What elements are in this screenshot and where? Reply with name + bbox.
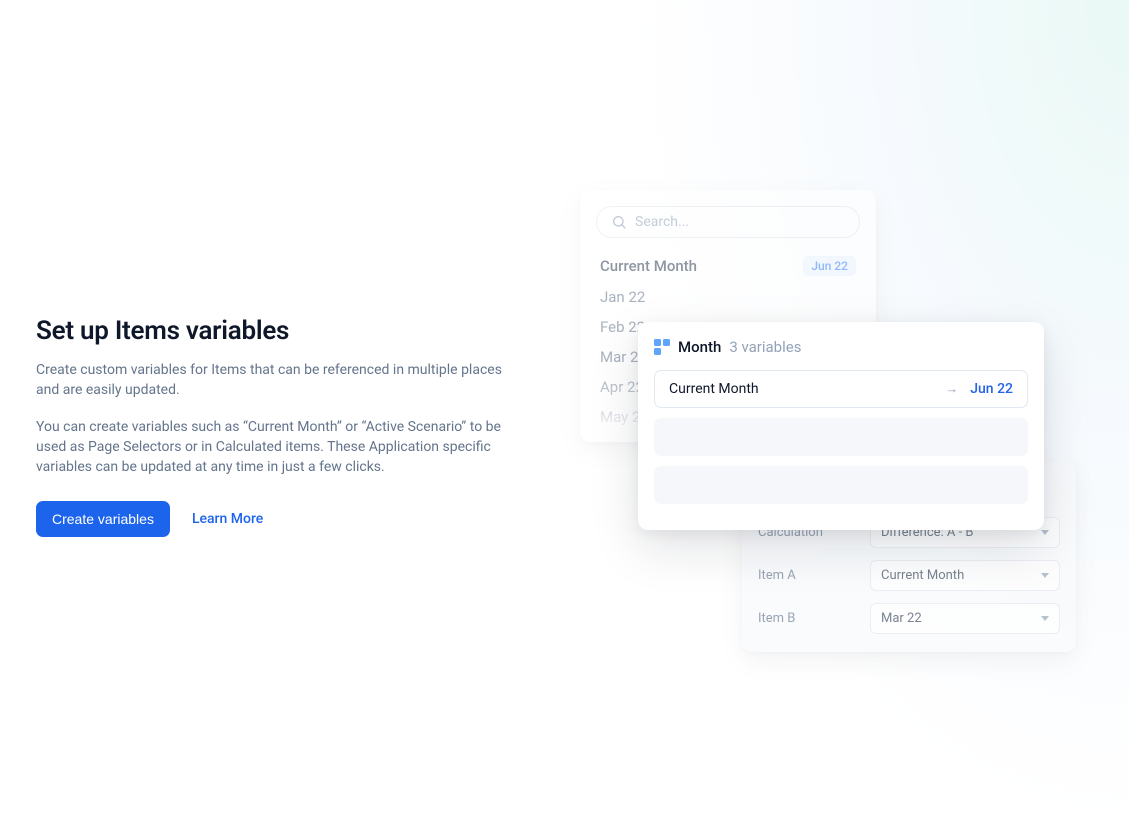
calc-row-item-a: Item A Current Month — [758, 560, 1060, 591]
search-placeholder: Search... — [635, 214, 689, 230]
variable-name: Current Month — [669, 381, 759, 397]
chevron-down-icon — [1041, 616, 1049, 621]
page-title: Set up Items variables — [36, 316, 526, 346]
list-item[interactable]: Jan 22 — [580, 282, 876, 312]
variable-value: Jun 22 — [970, 381, 1013, 397]
calc-row-item-b: Item B Mar 22 — [758, 603, 1060, 634]
chevron-down-icon — [1041, 530, 1049, 535]
list-item[interactable]: Current Month Jun 22 — [580, 250, 876, 282]
month-label: Jan 22 — [600, 288, 645, 306]
variable-row[interactable]: Current Month → Jun 22 — [654, 370, 1028, 408]
variable-row-empty — [654, 418, 1028, 456]
chevron-down-icon — [1041, 573, 1049, 578]
item-a-select[interactable]: Current Month — [870, 560, 1060, 591]
hero-actions: Create variables Learn More — [36, 501, 526, 537]
arrow-right-icon: → — [945, 381, 958, 397]
select-value: Current Month — [881, 568, 964, 583]
variables-panel-title: Month — [678, 338, 721, 356]
select-value: Mar 22 — [881, 611, 922, 626]
hero-content: Set up Items variables Create custom var… — [36, 316, 526, 537]
variables-panel: Month 3 variables Current Month → Jun 22 — [638, 322, 1044, 530]
month-label: Current Month — [600, 257, 697, 275]
month-badge: Jun 22 — [803, 256, 856, 276]
search-icon — [611, 214, 627, 230]
item-b-select[interactable]: Mar 22 — [870, 603, 1060, 634]
create-variables-button[interactable]: Create variables — [36, 501, 170, 537]
hero-paragraph-2: You can create variables such as “Curren… — [36, 417, 526, 478]
learn-more-link[interactable]: Learn More — [192, 511, 263, 527]
variables-panel-header: Month 3 variables — [654, 338, 1028, 356]
search-input[interactable]: Search... — [596, 206, 860, 238]
variables-panel-subtitle: 3 variables — [729, 338, 801, 356]
hero-paragraph-1: Create custom variables for Items that c… — [36, 360, 526, 401]
calc-label: Item B — [758, 611, 854, 626]
variable-row-empty — [654, 466, 1028, 504]
calc-label: Item A — [758, 568, 854, 583]
app-icon — [654, 339, 670, 355]
